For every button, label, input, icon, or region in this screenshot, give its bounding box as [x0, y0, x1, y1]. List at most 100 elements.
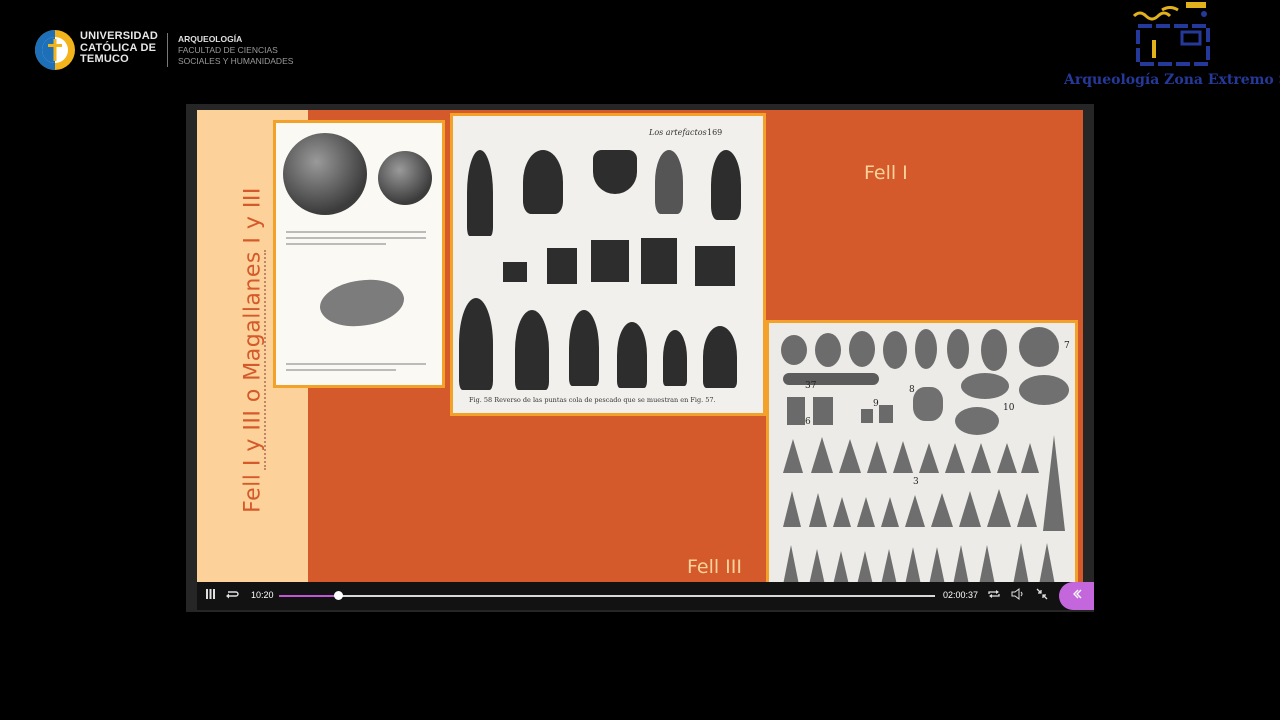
- university-name: UNIVERSIDAD CATÓLICA DE TEMUCO: [80, 30, 158, 65]
- department-line-2: FACULTAD DE CIENCIAS: [178, 45, 278, 55]
- volume-icon[interactable]: [1009, 588, 1027, 604]
- artifact-drawing: [971, 443, 991, 473]
- projectile-point: [655, 150, 683, 214]
- projectile-point: [569, 310, 599, 386]
- stone-ball-small: [378, 151, 432, 205]
- projectile-point: [459, 298, 493, 390]
- caption-line: [286, 369, 396, 371]
- artifact-drawing: [879, 405, 893, 423]
- uct-logo-icon: [35, 30, 75, 70]
- artifact-drawing: [881, 497, 899, 527]
- artifact-drawing: [849, 331, 875, 367]
- pause-icon[interactable]: [201, 588, 219, 604]
- caption-line: [286, 363, 426, 365]
- fig-number: 10: [1003, 403, 1015, 413]
- replay-icon[interactable]: [223, 588, 241, 604]
- artifact-drawing-plate: 7 37 8 10 6 9 3: [766, 320, 1078, 582]
- artifact-drawing: [919, 443, 939, 473]
- caption-line: [286, 231, 426, 233]
- artifact-drawing: [1013, 543, 1029, 582]
- artifact-drawing: [813, 397, 833, 425]
- caption-line: [286, 243, 386, 245]
- artifact-drawing: [955, 407, 999, 435]
- projectile-point: [663, 330, 687, 386]
- progress-fill: [279, 595, 339, 597]
- label-fell-3: Fell III: [687, 556, 742, 578]
- artifact-drawing: [857, 497, 875, 527]
- artifact-drawing: [947, 329, 969, 369]
- arqueologia-zona-extremo-sur-logo-icon: [1132, 2, 1210, 66]
- department-line-1: ARQUEOLOGÍA: [178, 34, 243, 44]
- dotted-divider: [264, 250, 266, 470]
- projectile-point-base: [641, 238, 677, 284]
- fig-number: 6: [805, 417, 811, 427]
- artifact-drawing: [811, 437, 833, 473]
- projectile-point: [467, 150, 493, 236]
- fig-number: 37: [805, 381, 817, 391]
- artifact-drawing: [783, 373, 879, 385]
- artifact-drawing: [1043, 435, 1065, 531]
- artifact-drawing: [833, 497, 851, 527]
- progress-thumb[interactable]: [334, 591, 344, 600]
- artifact-drawing: [1019, 327, 1059, 367]
- book-page-header: Los artefactos: [649, 128, 707, 137]
- slide-side-title: Fell I y III o Magallanes I y III: [240, 187, 266, 513]
- artifact-drawing: [815, 333, 841, 367]
- artifact-drawing: [809, 549, 825, 582]
- total-time: 02:00:37: [943, 590, 979, 600]
- book-figure-caption: Fig. 58 Reverso de las puntas cola de pe…: [469, 396, 716, 404]
- fig-number: 7: [1064, 341, 1070, 351]
- progress-track[interactable]: [279, 591, 935, 600]
- loop-icon[interactable]: [985, 588, 1003, 604]
- current-time: 10:20: [251, 590, 274, 600]
- artifact-drawing: [839, 439, 861, 473]
- artifact-drawing: [867, 441, 887, 473]
- artifact-drawing: [783, 491, 801, 527]
- artifact-drawing: [913, 387, 943, 421]
- artifact-drawing: [979, 545, 995, 582]
- projectile-point-base: [503, 262, 527, 282]
- artifact-drawing: [953, 545, 969, 582]
- department-label: ARQUEOLOGÍA FACULTAD DE CIENCIAS SOCIALE…: [178, 34, 293, 67]
- exit-fullscreen-icon[interactable]: [1033, 588, 1051, 604]
- artifact-drawing: [1021, 443, 1039, 473]
- artifact-drawing: [945, 443, 965, 473]
- artifact-drawing: [905, 495, 925, 527]
- book-page-figure-58: Los artefactos 169 Fig. 58 Reverso de la…: [450, 113, 766, 416]
- fig-number: 3: [913, 477, 919, 487]
- slide-frame: Fell I y III o Magallanes I y III Los ar…: [197, 110, 1083, 582]
- projectile-point-base: [695, 246, 735, 286]
- artifact-drawing: [893, 441, 913, 473]
- artifact-drawing: [857, 551, 873, 582]
- label-fell-1: Fell I: [864, 162, 908, 184]
- projectile-point: [617, 322, 647, 388]
- player-controls: 10:20 02:00:37: [197, 582, 1094, 610]
- projectile-point-base: [591, 240, 629, 282]
- caption-line: [286, 237, 426, 239]
- artifact-drawing: [961, 373, 1009, 399]
- artifact-drawing: [1017, 493, 1037, 527]
- artifact-drawing: [833, 551, 849, 582]
- department-line-3: SOCIALES Y HUMANIDADES: [178, 56, 294, 66]
- projectile-point: [703, 326, 737, 388]
- artifact-drawing: [915, 329, 937, 369]
- header-divider: [167, 33, 168, 67]
- artifact-drawing: [1039, 543, 1055, 582]
- artifact-drawing: [783, 439, 803, 473]
- artifact-drawing: [1019, 375, 1069, 405]
- chevron-left-icon[interactable]: [1059, 582, 1094, 610]
- artifact-drawing: [783, 545, 799, 582]
- projectile-point: [523, 150, 563, 214]
- artifact-drawing: [931, 493, 953, 527]
- artifact-photo-bolas: [273, 120, 445, 388]
- artifact-drawing: [905, 547, 921, 582]
- artifact-drawing: [981, 329, 1007, 371]
- fig-number: 9: [873, 399, 879, 409]
- right-logo-title: Arqueología Zona Extremo Sur: [1064, 72, 1280, 88]
- book-page-number: 169: [707, 128, 723, 137]
- artifact-drawing: [809, 493, 827, 527]
- artifact-drawing: [883, 331, 907, 369]
- artifact-drawing: [861, 409, 873, 423]
- projectile-point: [593, 150, 637, 194]
- artifact-drawing: [987, 489, 1011, 527]
